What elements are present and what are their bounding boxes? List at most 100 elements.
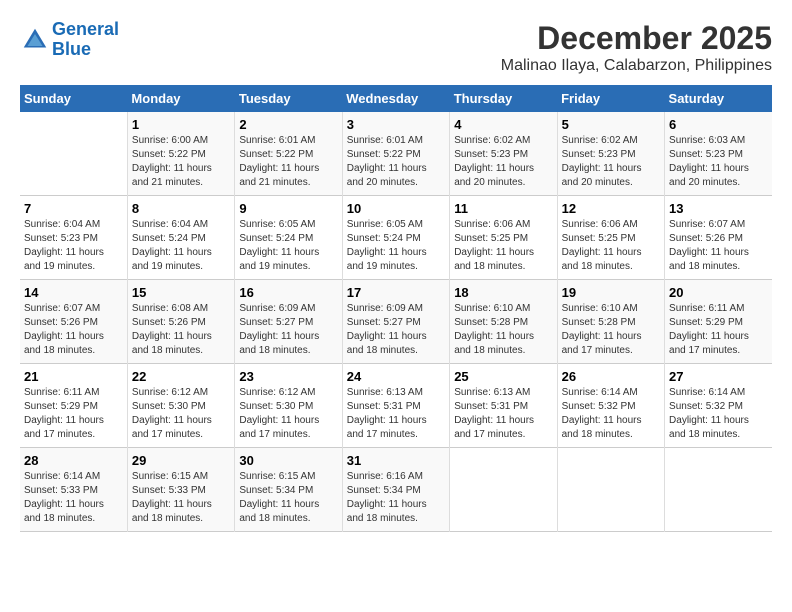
col-sunday: Sunday bbox=[20, 85, 127, 112]
day-info: Sunrise: 6:11 AM Sunset: 5:29 PM Dayligh… bbox=[24, 386, 123, 442]
day-info: Sunrise: 6:04 AM Sunset: 5:24 PM Dayligh… bbox=[132, 218, 230, 274]
day-number: 29 bbox=[132, 453, 230, 468]
calendar-cell: 5Sunrise: 6:02 AM Sunset: 5:23 PM Daylig… bbox=[557, 112, 664, 196]
day-info: Sunrise: 6:04 AM Sunset: 5:23 PM Dayligh… bbox=[24, 218, 123, 274]
day-info: Sunrise: 6:12 AM Sunset: 5:30 PM Dayligh… bbox=[239, 386, 337, 442]
day-number: 13 bbox=[669, 201, 768, 216]
day-info: Sunrise: 6:00 AM Sunset: 5:22 PM Dayligh… bbox=[132, 134, 230, 190]
calendar-cell: 6Sunrise: 6:03 AM Sunset: 5:23 PM Daylig… bbox=[665, 112, 772, 196]
logo: General Blue bbox=[20, 20, 119, 60]
calendar-cell: 13 Sunrise: 6:07 AM Sunset: 5:26 PM Dayli… bbox=[665, 196, 772, 280]
day-info: Sunrise: 6:07 AM Sunset: 5:26 PM Dayligh… bbox=[24, 302, 123, 358]
header-row: Sunday Monday Tuesday Wednesday Thursday… bbox=[20, 85, 772, 112]
day-number: 3 bbox=[347, 117, 445, 132]
day-info: Sunrise: 6:08 AM Sunset: 5:26 PM Dayligh… bbox=[132, 302, 230, 358]
day-info: Sunrise: 6:15 AM Sunset: 5:34 PM Dayligh… bbox=[239, 470, 337, 526]
calendar-week-1: 7 Sunrise: 6:04 AM Sunset: 5:23 PM Daylig… bbox=[20, 196, 772, 280]
day-number: 5 bbox=[562, 117, 660, 132]
page-header: General Blue December 2025 Malinao Ilaya… bbox=[20, 20, 772, 75]
day-info: Sunrise: 6:13 AM Sunset: 5:31 PM Dayligh… bbox=[454, 386, 552, 442]
calendar-cell: 26Sunrise: 6:14 AM Sunset: 5:32 PM Dayli… bbox=[557, 364, 664, 448]
calendar-cell: 1 Sunrise: 6:00 AM Sunset: 5:22 PM Daylig… bbox=[127, 112, 234, 196]
day-number: 23 bbox=[239, 369, 337, 384]
calendar-week-0: 1 Sunrise: 6:00 AM Sunset: 5:22 PM Daylig… bbox=[20, 112, 772, 196]
day-number: 15 bbox=[132, 285, 230, 300]
day-info: Sunrise: 6:13 AM Sunset: 5:31 PM Dayligh… bbox=[347, 386, 445, 442]
day-info: Sunrise: 6:10 AM Sunset: 5:28 PM Dayligh… bbox=[562, 302, 660, 358]
day-info: Sunrise: 6:06 AM Sunset: 5:25 PM Dayligh… bbox=[562, 218, 660, 274]
calendar-cell bbox=[20, 112, 127, 196]
day-info: Sunrise: 6:16 AM Sunset: 5:34 PM Dayligh… bbox=[347, 470, 445, 526]
day-number: 10 bbox=[347, 201, 445, 216]
col-wednesday: Wednesday bbox=[342, 85, 449, 112]
day-info: Sunrise: 6:14 AM Sunset: 5:32 PM Dayligh… bbox=[562, 386, 660, 442]
calendar-cell: 31 Sunrise: 6:16 AM Sunset: 5:34 PM Dayli… bbox=[342, 448, 449, 532]
day-info: Sunrise: 6:09 AM Sunset: 5:27 PM Dayligh… bbox=[239, 302, 337, 358]
day-info: Sunrise: 6:14 AM Sunset: 5:33 PM Dayligh… bbox=[24, 470, 123, 526]
calendar-cell: 16 Sunrise: 6:09 AM Sunset: 5:27 PM Dayli… bbox=[235, 280, 342, 364]
day-info: Sunrise: 6:14 AM Sunset: 5:32 PM Dayligh… bbox=[669, 386, 768, 442]
month-title: December 2025 bbox=[501, 20, 772, 57]
day-info: Sunrise: 6:05 AM Sunset: 5:24 PM Dayligh… bbox=[239, 218, 337, 274]
day-number: 16 bbox=[239, 285, 337, 300]
calendar-cell: 17 Sunrise: 6:09 AM Sunset: 5:27 PM Dayli… bbox=[342, 280, 449, 364]
calendar-cell bbox=[557, 448, 664, 532]
calendar-cell: 8 Sunrise: 6:04 AM Sunset: 5:24 PM Daylig… bbox=[127, 196, 234, 280]
calendar-week-2: 14 Sunrise: 6:07 AM Sunset: 5:26 PM Dayli… bbox=[20, 280, 772, 364]
calendar-header: Sunday Monday Tuesday Wednesday Thursday… bbox=[20, 85, 772, 112]
day-info: Sunrise: 6:02 AM Sunset: 5:23 PM Dayligh… bbox=[454, 134, 552, 190]
day-number: 21 bbox=[24, 369, 123, 384]
day-number: 9 bbox=[239, 201, 337, 216]
col-thursday: Thursday bbox=[450, 85, 557, 112]
day-number: 4 bbox=[454, 117, 552, 132]
calendar-cell: 12 Sunrise: 6:06 AM Sunset: 5:25 PM Dayli… bbox=[557, 196, 664, 280]
day-info: Sunrise: 6:01 AM Sunset: 5:22 PM Dayligh… bbox=[347, 134, 445, 190]
day-number: 27 bbox=[669, 369, 768, 384]
logo-line2: Blue bbox=[52, 39, 91, 59]
calendar-cell: 9 Sunrise: 6:05 AM Sunset: 5:24 PM Daylig… bbox=[235, 196, 342, 280]
day-number: 31 bbox=[347, 453, 445, 468]
day-number: 20 bbox=[669, 285, 768, 300]
title-block: December 2025 Malinao Ilaya, Calabarzon,… bbox=[501, 20, 772, 75]
day-number: 19 bbox=[562, 285, 660, 300]
day-number: 30 bbox=[239, 453, 337, 468]
calendar-cell: 15 Sunrise: 6:08 AM Sunset: 5:26 PM Dayli… bbox=[127, 280, 234, 364]
day-number: 18 bbox=[454, 285, 552, 300]
day-number: 14 bbox=[24, 285, 123, 300]
calendar-cell: 29 Sunrise: 6:15 AM Sunset: 5:33 PM Dayli… bbox=[127, 448, 234, 532]
calendar-cell: 27 Sunrise: 6:14 AM Sunset: 5:32 PM Dayli… bbox=[665, 364, 772, 448]
calendar-week-4: 28 Sunrise: 6:14 AM Sunset: 5:33 PM Dayli… bbox=[20, 448, 772, 532]
day-info: Sunrise: 6:07 AM Sunset: 5:26 PM Dayligh… bbox=[669, 218, 768, 274]
day-info: Sunrise: 6:05 AM Sunset: 5:24 PM Dayligh… bbox=[347, 218, 445, 274]
col-friday: Friday bbox=[557, 85, 664, 112]
location-subtitle: Malinao Ilaya, Calabarzon, Philippines bbox=[501, 57, 772, 75]
calendar-cell: 25Sunrise: 6:13 AM Sunset: 5:31 PM Dayli… bbox=[450, 364, 557, 448]
calendar-cell bbox=[665, 448, 772, 532]
logo-line1: General bbox=[52, 19, 119, 39]
calendar-cell: 10 Sunrise: 6:05 AM Sunset: 5:24 PM Dayli… bbox=[342, 196, 449, 280]
logo-icon bbox=[20, 25, 50, 55]
day-number: 11 bbox=[454, 201, 552, 216]
day-number: 7 bbox=[24, 201, 123, 216]
day-info: Sunrise: 6:03 AM Sunset: 5:23 PM Dayligh… bbox=[669, 134, 768, 190]
day-number: 28 bbox=[24, 453, 123, 468]
day-info: Sunrise: 6:09 AM Sunset: 5:27 PM Dayligh… bbox=[347, 302, 445, 358]
calendar-cell: 14 Sunrise: 6:07 AM Sunset: 5:26 PM Dayli… bbox=[20, 280, 127, 364]
calendar-cell: 7 Sunrise: 6:04 AM Sunset: 5:23 PM Daylig… bbox=[20, 196, 127, 280]
calendar-cell: 21 Sunrise: 6:11 AM Sunset: 5:29 PM Dayli… bbox=[20, 364, 127, 448]
day-number: 17 bbox=[347, 285, 445, 300]
calendar-cell: 28 Sunrise: 6:14 AM Sunset: 5:33 PM Dayli… bbox=[20, 448, 127, 532]
col-saturday: Saturday bbox=[665, 85, 772, 112]
calendar-cell: 4 Sunrise: 6:02 AM Sunset: 5:23 PM Daylig… bbox=[450, 112, 557, 196]
calendar-cell: 20Sunrise: 6:11 AM Sunset: 5:29 PM Dayli… bbox=[665, 280, 772, 364]
day-info: Sunrise: 6:01 AM Sunset: 5:22 PM Dayligh… bbox=[239, 134, 337, 190]
calendar-body: 1 Sunrise: 6:00 AM Sunset: 5:22 PM Daylig… bbox=[20, 112, 772, 532]
day-number: 1 bbox=[132, 117, 230, 132]
calendar-cell: 22Sunrise: 6:12 AM Sunset: 5:30 PM Dayli… bbox=[127, 364, 234, 448]
day-number: 12 bbox=[562, 201, 660, 216]
calendar-week-3: 21 Sunrise: 6:11 AM Sunset: 5:29 PM Dayli… bbox=[20, 364, 772, 448]
day-number: 8 bbox=[132, 201, 230, 216]
day-number: 24 bbox=[347, 369, 445, 384]
calendar-cell bbox=[450, 448, 557, 532]
day-info: Sunrise: 6:15 AM Sunset: 5:33 PM Dayligh… bbox=[132, 470, 230, 526]
